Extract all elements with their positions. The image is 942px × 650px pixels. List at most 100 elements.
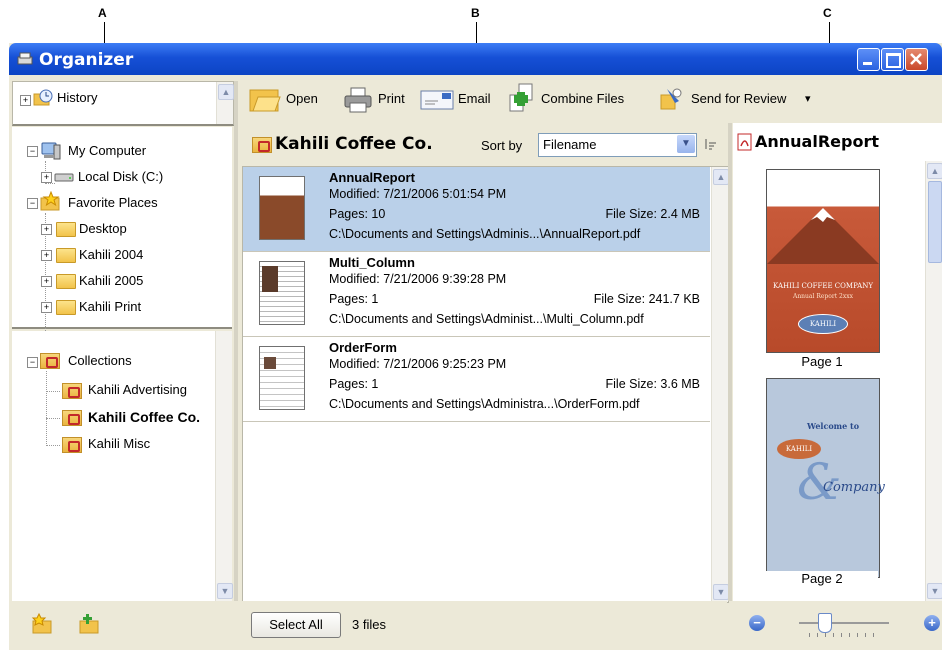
file-pages: Pages: 1 <box>329 377 379 391</box>
zoom-out-icon[interactable]: − <box>749 615 765 631</box>
file-list: AnnualReport Modified: 7/21/2006 5:01:54… <box>242 166 729 603</box>
file-list-header: Kahili Coffee Co. Sort by Filename ▼ <box>242 123 727 166</box>
collection-icon <box>252 137 272 153</box>
print-button[interactable]: Print <box>343 87 413 113</box>
file-path: C:\Documents and Settings\Adminis...\Ann… <box>329 227 641 241</box>
page-label: Page 1 <box>801 354 843 369</box>
window-title: Organizer <box>39 50 134 70</box>
preview-scrollbar[interactable]: ▲ ▼ <box>925 161 942 601</box>
preview-title: AnnualReport <box>755 132 879 151</box>
history-scrollbar[interactable]: ▲ <box>216 82 234 124</box>
page-thumbnail-line: Company <box>823 480 885 495</box>
new-favorite-icon[interactable] <box>31 613 53 635</box>
close-button[interactable] <box>905 48 928 71</box>
file-name: AnnualReport <box>329 170 415 185</box>
file-name: OrderForm <box>329 340 397 355</box>
preview-header: AnnualReport <box>733 123 942 161</box>
file-row[interactable]: AnnualReport Modified: 7/21/2006 5:01:54… <box>243 167 710 252</box>
kahili-2004-expander[interactable]: + <box>41 250 52 261</box>
file-row[interactable]: Multi_Column Modified: 7/21/2006 9:39:28… <box>243 252 710 337</box>
page-preview-list: KAHILI COFFEE COMPANY Annual Report 2xxx… <box>733 161 942 601</box>
file-size: File Size: 2.4 MB <box>605 207 700 221</box>
zoom-slider-thumb[interactable] <box>818 613 832 633</box>
favorite-places-expander[interactable]: − <box>27 198 38 209</box>
organizer-window: Organizer + History ▲ − My Computer + Lo… <box>9 43 942 650</box>
folder-icon <box>56 222 76 237</box>
collection-icon <box>62 383 82 399</box>
email-button[interactable]: Email <box>420 87 492 111</box>
collections-label[interactable]: Collections <box>68 351 132 371</box>
tree-item-favorite-places[interactable]: Favorite Places <box>68 193 158 213</box>
collection-item-kahili-coffee[interactable]: Kahili Coffee Co. <box>88 407 200 427</box>
collections-icon <box>40 353 60 369</box>
left-scrollbar[interactable]: ▼ <box>215 331 233 601</box>
page-thumbnail[interactable]: Welcome to KAHILI & Company <box>766 378 885 578</box>
folder-title: Kahili Coffee Co. <box>275 134 433 154</box>
file-size: File Size: 241.7 KB <box>593 292 700 306</box>
callout-c: C <box>823 6 832 20</box>
file-modified: Modified: 7/21/2006 5:01:54 PM <box>329 187 507 201</box>
file-path: C:\Documents and Settings\Administra...\… <box>329 397 640 411</box>
tree-item-desktop[interactable]: Desktop <box>79 219 127 239</box>
pdf-icon <box>737 133 752 151</box>
collection-item-kahili-misc[interactable]: Kahili Misc <box>88 434 150 454</box>
right-footer: − + <box>733 601 942 650</box>
minimize-button[interactable] <box>857 48 880 71</box>
computer-icon <box>41 142 61 160</box>
chevron-down-icon[interactable]: ▼ <box>677 135 695 153</box>
file-list-scrollbar[interactable]: ▲ ▼ <box>711 167 729 602</box>
sort-by-select[interactable]: Filename ▼ <box>538 133 697 157</box>
left-splitter[interactable] <box>234 81 238 601</box>
history-expander[interactable]: + <box>20 95 31 106</box>
page-thumbnail[interactable]: KAHILI COFFEE COMPANY Annual Report 2xxx… <box>766 169 880 353</box>
file-row[interactable]: OrderForm Modified: 7/21/2006 9:25:23 PM… <box>243 337 710 422</box>
callout-a: A <box>98 6 107 20</box>
tree-item-local-disk[interactable]: Local Disk (C:) <box>78 167 163 187</box>
tree-item-kahili-print[interactable]: Kahili Print <box>79 297 141 317</box>
send-dropdown-arrow[interactable]: ▾ <box>805 87 811 111</box>
collections-expander[interactable]: − <box>27 357 38 368</box>
callout-b: B <box>471 6 480 20</box>
sort-by-label: Sort by <box>481 138 523 153</box>
zoom-in-icon[interactable]: + <box>924 615 940 631</box>
file-size: File Size: 3.6 MB <box>605 377 700 391</box>
maximize-button[interactable] <box>881 48 904 71</box>
file-pages: Pages: 1 <box>329 292 379 306</box>
collection-icon <box>62 410 82 426</box>
history-label[interactable]: History <box>57 88 97 108</box>
collections-panel: − Collections Kahili Advertising Kahili … <box>12 331 233 601</box>
page-thumbnail-line: KAHILI COFFEE COMPANY <box>773 282 873 290</box>
sort-order-icon[interactable] <box>704 137 718 151</box>
local-disk-expander[interactable]: + <box>41 172 52 183</box>
select-all-button[interactable]: Select All <box>251 612 341 638</box>
folder-icon <box>56 300 76 315</box>
my-computer-expander[interactable]: − <box>27 146 38 157</box>
tree-item-kahili-2005[interactable]: Kahili 2005 <box>79 271 143 291</box>
combine-files-button[interactable]: Combine Files <box>507 83 637 112</box>
computer-tree-panel: − My Computer + Local Disk (C:) − Favori… <box>12 127 232 345</box>
open-folder-icon <box>249 89 281 112</box>
history-panel: + History ▲ <box>12 81 234 126</box>
mountain-image <box>767 208 879 264</box>
kahili-print-expander[interactable]: + <box>41 302 52 313</box>
desktop-expander[interactable]: + <box>41 224 52 235</box>
tree-item-my-computer[interactable]: My Computer <box>68 141 146 161</box>
file-modified: Modified: 7/21/2006 9:25:23 PM <box>329 357 507 371</box>
collection-item-kahili-advertising[interactable]: Kahili Advertising <box>88 380 187 400</box>
new-collection-icon[interactable] <box>78 613 100 635</box>
printer-icon <box>344 87 372 113</box>
right-splitter[interactable] <box>728 123 732 601</box>
kahili-2005-expander[interactable]: + <box>41 276 52 287</box>
file-modified: Modified: 7/21/2006 9:39:28 PM <box>329 272 507 286</box>
tree-item-kahili-2004[interactable]: Kahili 2004 <box>79 245 143 265</box>
title-bar[interactable]: Organizer <box>9 43 942 75</box>
send-for-review-icon <box>660 88 682 110</box>
file-thumbnail <box>259 176 305 240</box>
combine-files-icon <box>509 83 533 112</box>
open-button[interactable]: Open <box>249 87 324 112</box>
file-thumbnail <box>259 261 305 325</box>
zoom-slider-track[interactable] <box>799 622 889 624</box>
file-thumbnail <box>259 346 305 410</box>
hard-drive-icon <box>54 173 74 182</box>
send-for-review-button[interactable]: Send for Review ▾ <box>659 87 819 111</box>
